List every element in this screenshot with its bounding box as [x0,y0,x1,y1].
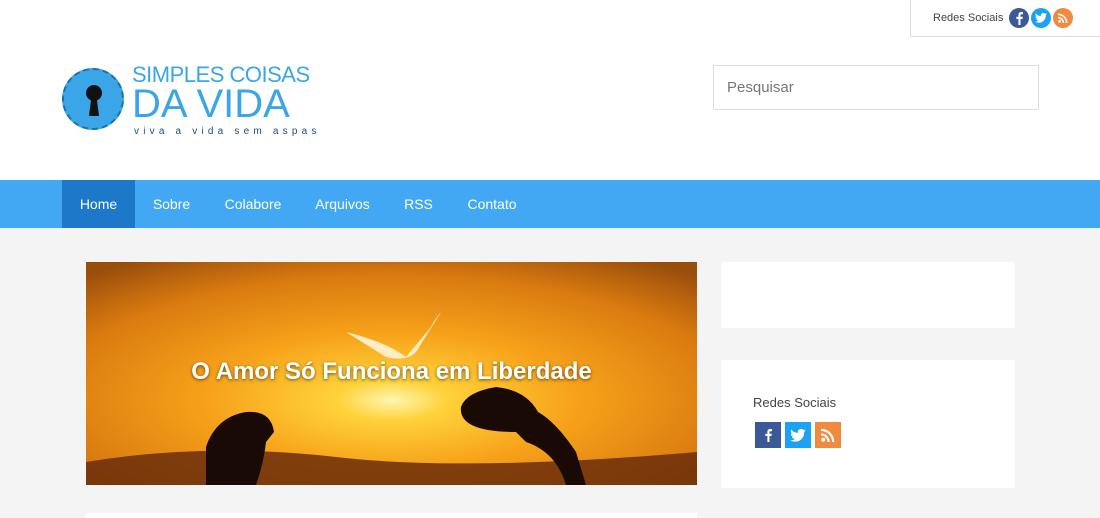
nav-item-arquivos[interactable]: Arquivos [298,180,387,228]
nav-item-colabore[interactable]: Colabore [208,180,298,228]
next-post-card-edge [86,513,697,518]
sidebar-social-title: Redes Sociais [753,395,837,410]
sidebar-widget-empty [721,262,1015,328]
top-social-bar: Redes Sociais [910,0,1100,37]
featured-post-image[interactable]: O Amor Só Funciona em Liberdade [86,262,697,485]
logo-line2: DA VIDA [132,82,290,126]
featured-post-title[interactable]: O Amor Só Funciona em Liberdade [86,358,697,386]
sidebar-social-widget: Redes Sociais [721,360,1015,488]
site-logo[interactable]: SIMPLES COISAS DA VIDA viva a vida sem a… [62,62,322,142]
twitter-icon[interactable] [785,422,811,448]
site-header: Redes Sociais SIMPLES COISAS DA VIDA viv… [0,0,1100,180]
rss-icon[interactable] [1053,8,1074,28]
twitter-icon[interactable] [1031,8,1052,28]
search-input[interactable] [713,65,1039,110]
keyhole-logo-icon [62,68,124,130]
logo-tagline: viva a vida sem aspas [134,126,321,137]
top-social-label: Redes Sociais [933,12,1004,24]
facebook-icon[interactable] [1009,8,1030,28]
nav-item-rss[interactable]: RSS [387,180,450,228]
nav-item-sobre[interactable]: Sobre [135,180,208,228]
nav-item-contato[interactable]: Contato [450,180,534,228]
nav-item-home[interactable]: Home [62,180,135,228]
rss-icon[interactable] [815,422,841,448]
facebook-icon[interactable] [755,422,781,448]
main-nav: Home Sobre Colabore Arquivos RSS Contato [0,180,1100,228]
